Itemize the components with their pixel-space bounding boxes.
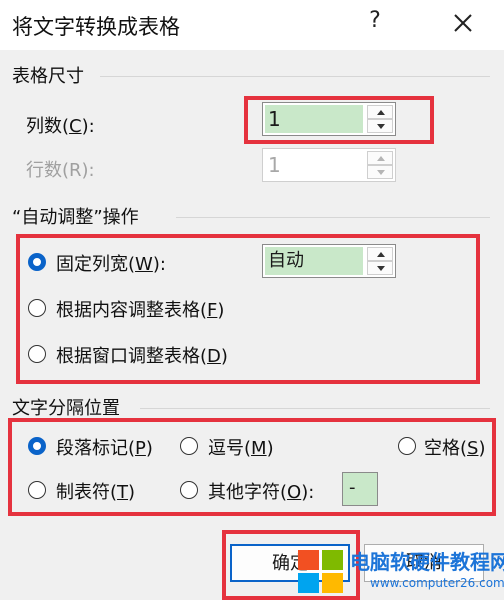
window-title: 将文字转换成表格 <box>12 15 180 39</box>
close-icon <box>454 14 472 32</box>
highlight-box <box>16 234 480 384</box>
close-button[interactable] <box>446 6 480 40</box>
title-bar: 将文字转换成表格 ? <box>0 0 504 50</box>
help-button[interactable]: ? <box>360 8 390 40</box>
rows-increment-button <box>367 151 393 165</box>
rows-value: 1 <box>265 151 363 179</box>
highlight-box <box>8 418 496 516</box>
rows-label: 行数(R): <box>26 160 95 181</box>
separator-section-title: 文字分隔位置 <box>12 398 120 419</box>
section-divider <box>140 408 490 409</box>
rows-spinbox: 1 <box>262 148 396 182</box>
table-size-section-title: 表格尺寸 <box>12 66 84 87</box>
arrow-up-icon <box>377 156 385 161</box>
watermark: 电脑软硬件教程网 www.computer26.com <box>296 538 504 600</box>
columns-label: 列数(C): <box>26 116 95 137</box>
section-divider <box>176 217 490 218</box>
watermark-title: 电脑软硬件教程网 <box>350 550 504 574</box>
autofit-section-title: “自动调整”操作 <box>12 207 139 228</box>
watermark-url: www.computer26.com <box>370 576 504 590</box>
rows-decrement-button <box>367 165 393 179</box>
section-divider <box>100 76 490 77</box>
arrow-down-icon <box>377 170 385 175</box>
windows-logo-icon <box>298 550 343 593</box>
highlight-box <box>244 96 434 144</box>
